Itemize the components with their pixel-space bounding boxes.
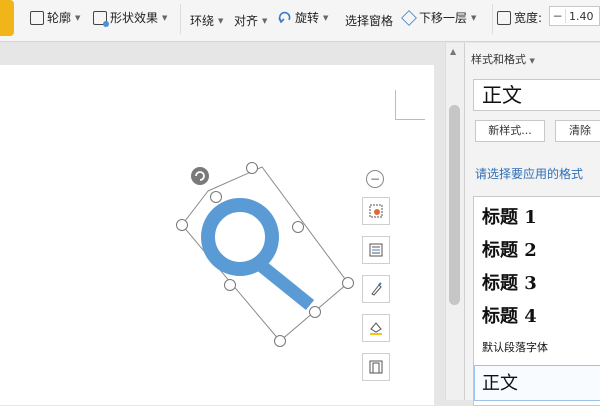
wrap-text-button[interactable] (362, 236, 390, 264)
outline-color-icon (370, 322, 382, 335)
selected-shape[interactable] (170, 155, 365, 350)
style-item-heading-3[interactable]: 标题 3 (482, 269, 537, 295)
styles-pane-hint: 请选择要应用的格式 (475, 167, 584, 181)
chevron-down-icon: ▼ (262, 16, 268, 25)
rotate-icon (278, 11, 292, 25)
fill-icon (371, 282, 382, 296)
frame-button[interactable] (362, 353, 390, 381)
align-label: 对齐 (234, 14, 259, 28)
chevron-down-icon: ▼ (529, 57, 535, 65)
scrollbar-thumb[interactable] (449, 105, 460, 305)
send-backward-label: 下移一层 (419, 11, 468, 25)
chevron-down-icon: ▼ (323, 13, 329, 22)
wrap-button[interactable]: 环绕 ▼ (190, 12, 223, 29)
fill-button[interactable] (362, 275, 390, 303)
layout-options-icon (369, 204, 383, 218)
rotate-label: 旋转 (295, 11, 320, 25)
new-style-button[interactable]: 新样式... (475, 120, 545, 142)
ribbon-toolbar: 轮廓 ▼ 形状效果 ▼ 环绕 ▼ 对齐 ▼ 旋转 ▼ 选择窗格 下移一层 ▼ 宽… (0, 0, 600, 42)
outline-button[interactable]: 轮廓 ▼ (30, 9, 80, 26)
wrap-text-icon (369, 243, 383, 257)
chevron-down-icon: ▼ (162, 13, 168, 22)
styles-list: 标题 1 标题 2 标题 3 标题 4 默认段落字体 正文 (473, 196, 600, 406)
vertical-scrollbar[interactable]: ▲ (445, 43, 464, 400)
chevron-down-icon: ▼ (218, 16, 224, 25)
width-input[interactable]: − 1.40 (549, 6, 600, 26)
style-item-heading-1[interactable]: 标题 1 (482, 203, 537, 229)
shape-effects-label: 形状效果 (110, 11, 159, 25)
current-style-field[interactable]: 正文 (473, 79, 600, 111)
width-decrement-button[interactable]: − (550, 9, 566, 23)
collapse-toolbar-button[interactable]: − (366, 170, 384, 188)
outline-color-button[interactable] (362, 314, 390, 342)
style-item-default-font[interactable]: 默认段落字体 (482, 339, 548, 355)
shape-effects-button[interactable]: 形状效果 ▼ (93, 9, 168, 27)
ribbon-divider (492, 4, 493, 34)
chevron-down-icon: ▼ (471, 13, 477, 22)
scroll-up-icon[interactable]: ▲ (450, 47, 456, 56)
ribbon-divider (180, 4, 181, 34)
send-backward-button[interactable]: 下移一层 ▼ (401, 9, 477, 26)
width-value: 1.40 (569, 9, 594, 23)
page-margin-marker (395, 90, 425, 120)
selection-pane-label: 选择窗格 (345, 14, 394, 28)
chevron-down-icon: ▼ (75, 13, 81, 22)
shape-effects-icon (93, 10, 109, 27)
style-item-heading-2[interactable]: 标题 2 (482, 236, 537, 262)
outline-icon (30, 10, 44, 25)
styles-pane-title-text: 样式和格式 (471, 53, 526, 66)
ribbon-left-button[interactable] (0, 0, 14, 36)
clear-style-button[interactable]: 清除 (555, 120, 600, 142)
styles-pane: 样式和格式 ▼ 正文 新样式... 清除 请选择要应用的格式 标题 1 标题 2… (464, 43, 600, 406)
rotate-button[interactable]: 旋转 ▼ (278, 9, 328, 26)
align-button[interactable]: 对齐 ▼ (234, 12, 267, 29)
layout-options-button[interactable] (362, 197, 390, 225)
style-item-heading-4[interactable]: 标题 4 (482, 302, 537, 328)
send-backward-icon (401, 9, 417, 26)
rotate-handle-icon[interactable] (191, 167, 209, 185)
wrap-label: 环绕 (190, 14, 215, 28)
width-label-group: 宽度: (497, 9, 542, 26)
width-icon (497, 10, 511, 25)
style-item-body[interactable]: 正文 (482, 369, 518, 395)
magnifier-shape[interactable] (201, 198, 315, 311)
width-label: 宽度: (514, 11, 543, 25)
outline-label: 轮廓 (47, 11, 72, 25)
styles-pane-title[interactable]: 样式和格式 ▼ (471, 51, 535, 67)
frame-icon (369, 360, 383, 374)
selection-pane-button[interactable]: 选择窗格 (345, 12, 393, 29)
